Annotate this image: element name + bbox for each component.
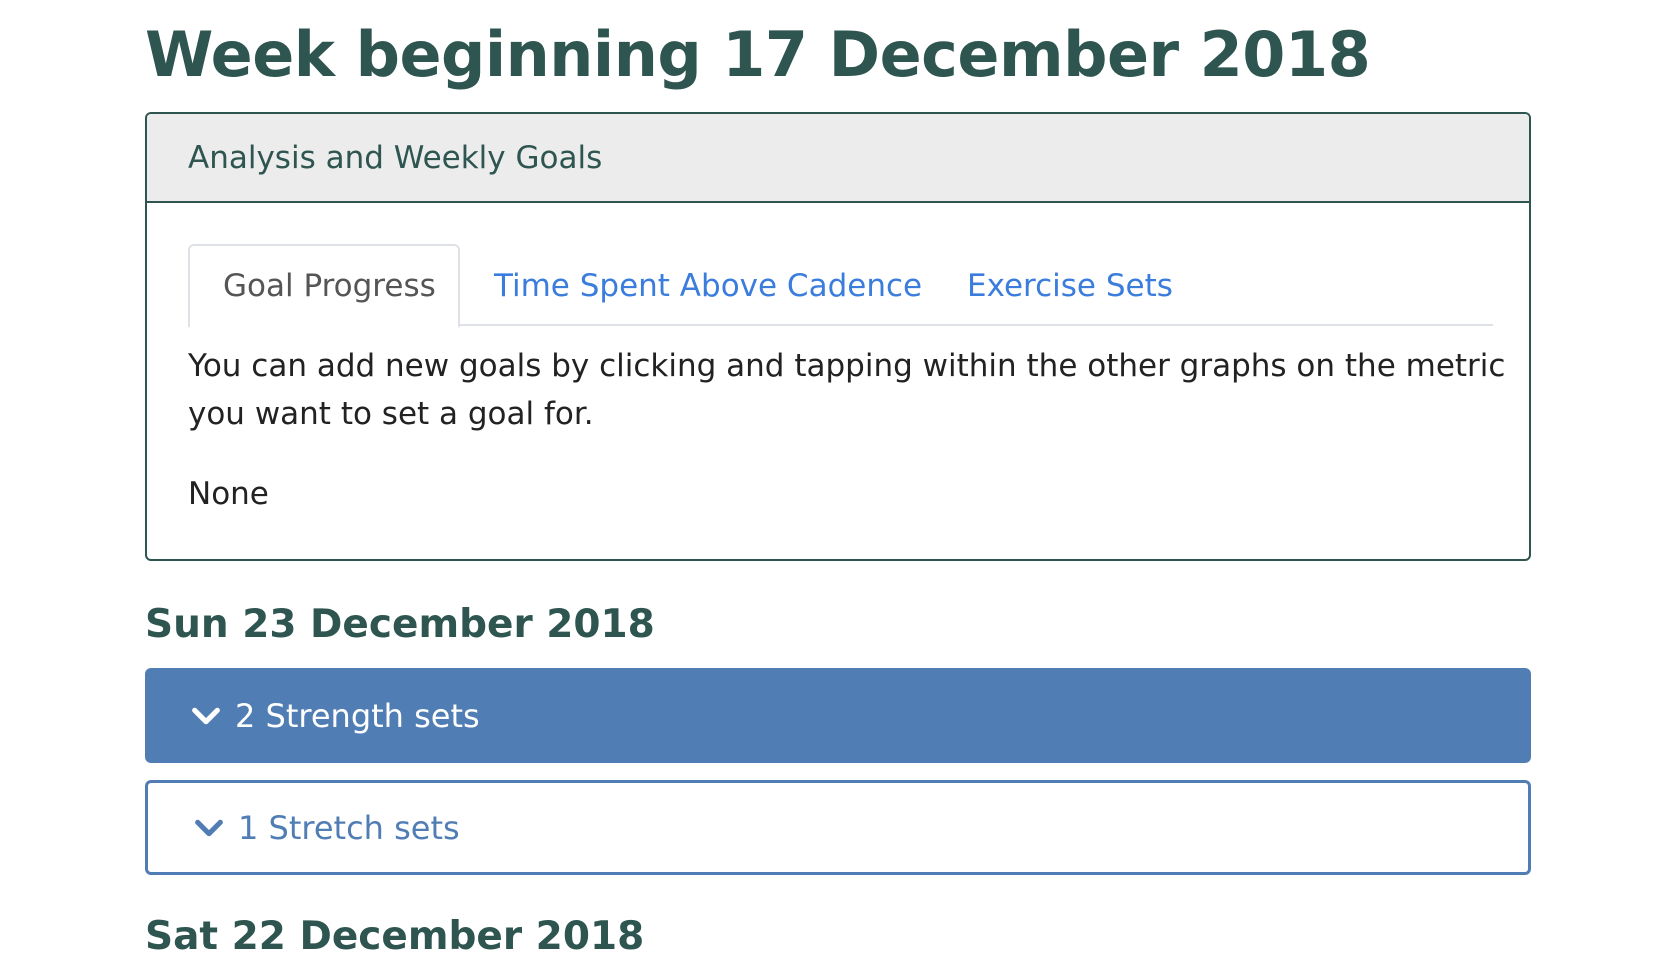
tab-content: You can add new goals by clicking and ta… (188, 342, 1508, 518)
analysis-card: Analysis and Weekly Goals Goal Progress … (145, 112, 1531, 561)
stretch-sets-toggle[interactable]: 1 Stretch sets (145, 780, 1531, 875)
chevron-down-icon (195, 819, 223, 836)
goals-value: None (188, 476, 269, 512)
tab-goal-progress[interactable]: Goal Progress (188, 244, 460, 328)
tab-bar: Goal Progress Time Spent Above Cadence E… (188, 244, 1493, 328)
tab-exercise-sets[interactable]: Exercise Sets (967, 244, 1173, 328)
day-heading: Sat 22 December 2018 (145, 914, 645, 959)
card-header: Analysis and Weekly Goals (147, 114, 1529, 203)
strength-sets-label: 2 Strength sets (235, 696, 480, 735)
stretch-sets-label: 1 Stretch sets (238, 808, 460, 847)
strength-sets-toggle[interactable]: 2 Strength sets (145, 668, 1531, 763)
help-text: You can add new goals by clicking and ta… (188, 348, 1506, 432)
page-title: Week beginning 17 December 2018 (145, 18, 1371, 91)
tab-time-spent-above-cadence[interactable]: Time Spent Above Cadence (494, 244, 922, 328)
day-heading: Sun 23 December 2018 (145, 602, 655, 647)
chevron-down-icon (192, 707, 220, 724)
